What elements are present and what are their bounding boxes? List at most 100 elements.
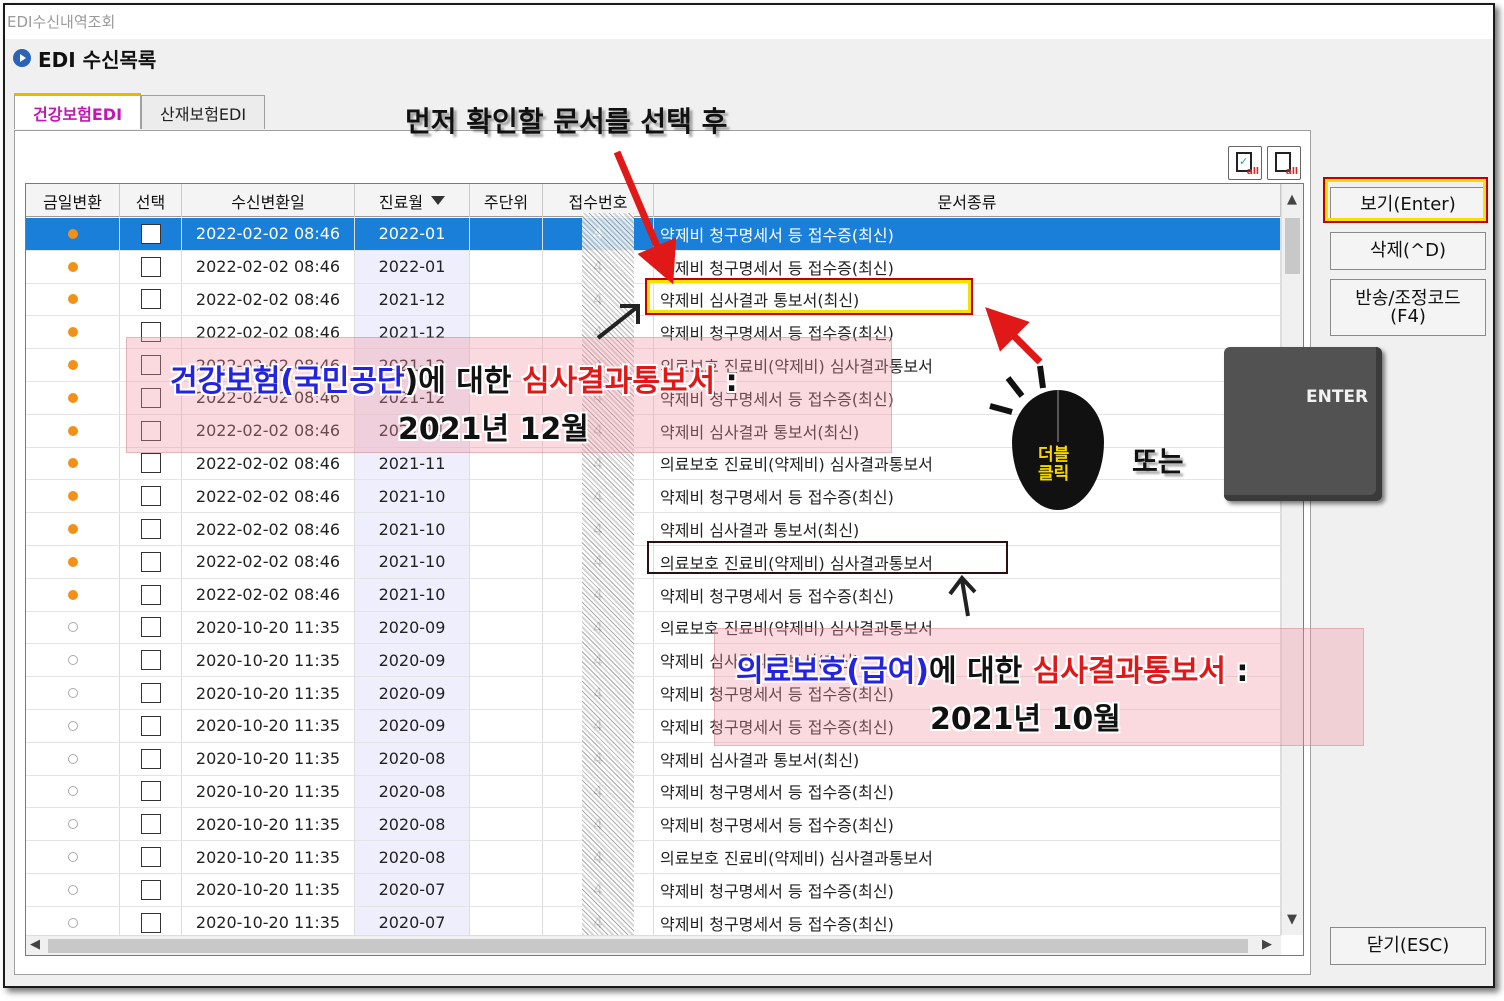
treatment-month-cell: 2020-08 [355,775,470,808]
document-type-cell: 약제비 심사결과 통보서(최신) [654,283,1281,316]
row-select-checkbox[interactable] [140,748,161,769]
mouse-label-double: 더블 [1038,445,1070,465]
table-row[interactable]: 2020-10-20 11:352020-084약제비 청구명세서 등 접수증(… [26,808,1281,842]
row-select-checkbox[interactable] [140,551,161,572]
table-row[interactable]: 2020-10-20 11:352020-084약제비 청구명세서 등 접수증(… [26,775,1281,809]
today-indicator [26,808,120,841]
received-date-cell: 2022-02-02 08:46 [182,513,355,545]
row-select-checkbox[interactable] [140,453,161,474]
scroll-down-icon[interactable]: ▼ [1287,912,1297,927]
tab-industrial-insurance-edi[interactable]: 산재보험EDI [141,95,266,129]
received-date-cell: 2020-10-20 11:35 [182,611,355,644]
status-dot-icon [67,622,78,633]
col-select[interactable]: 선택 [120,184,182,217]
row-select-checkbox[interactable] [140,814,161,835]
return-code-button[interactable]: 반송/조정코드 (F4) [1330,279,1486,336]
close-button[interactable]: 닫기(ESC) [1330,927,1486,965]
document-type-cell: 약제비 심사결과 통보서(최신) [654,742,1281,775]
table-row[interactable]: 2022-02-02 08:462021-104의료보호 진료비(약제비) 심사… [26,545,1281,579]
col-document-type[interactable]: 문서종류 [654,184,1281,217]
row-select-checkbox[interactable] [140,617,161,638]
received-date-cell: 2020-10-20 11:35 [182,808,355,841]
select-cell [120,841,182,873]
row-select-checkbox[interactable] [140,486,161,507]
row-select-checkbox[interactable] [140,289,161,310]
today-indicator [26,545,120,578]
today-indicator [26,906,120,936]
week-unit-cell [470,578,543,611]
row-select-checkbox[interactable] [140,683,161,704]
today-indicator [26,742,120,775]
vertical-scroll-thumb[interactable] [1285,218,1300,274]
col-today-converted[interactable]: 금일변환 [26,184,120,217]
status-dot-icon [67,294,78,305]
section-title-text: EDI 수신목록 [38,47,157,72]
tab-health-insurance-edi[interactable]: 건강보험EDI [14,93,142,129]
week-unit-cell [470,742,543,775]
table-row[interactable]: 2022-02-02 08:462022-014약제비 청구명세서 등 접수증(… [26,218,1281,251]
today-indicator [26,283,120,316]
row-select-checkbox[interactable] [140,650,161,671]
scroll-up-icon[interactable]: ▲ [1287,192,1297,207]
week-unit-cell [470,480,543,513]
status-dot-icon [67,556,78,567]
document-type-cell: 약제비 청구명세서 등 접수증(최신) [654,775,1281,808]
status-dot-icon [67,852,78,863]
week-unit-cell [470,513,543,545]
today-indicator [26,513,120,545]
status-dot-icon [67,524,78,535]
table-row[interactable]: 2020-10-20 11:352020-084약제비 심사결과 통보서(최신) [26,742,1281,776]
horizontal-scroll-thumb[interactable] [48,939,1248,953]
status-dot-icon [67,786,78,797]
select-cell [120,250,182,283]
tab-bar: 건강보험EDI 산재보험EDI [14,93,266,129]
table-row[interactable]: 2022-02-02 08:462021-124약제비 심사결과 통보서(최신) [26,283,1281,317]
received-date-cell: 2022-02-02 08:46 [182,545,355,578]
document-type-cell: 약제비 청구명세서 등 접수증(최신) [654,906,1281,936]
status-dot-icon [67,753,78,764]
window-title: EDI수신내역조회 [5,5,1493,39]
today-indicator [26,250,120,283]
scroll-left-icon[interactable]: ◀ [30,937,40,952]
select-cell [120,218,182,250]
delete-button[interactable]: 삭제(^D) [1330,232,1486,270]
table-row[interactable]: 2022-02-02 08:462022-014약제비 청구명세서 등 접수증(… [26,250,1281,284]
week-unit-cell [470,808,543,841]
table-row[interactable]: 2020-10-20 11:352020-084의료보호 진료비(약제비) 심사… [26,841,1281,874]
table-row[interactable]: 2022-02-02 08:462021-104약제비 심사결과 통보서(최신) [26,513,1281,546]
view-button[interactable]: 보기(Enter) [1330,187,1486,223]
table-row[interactable]: 2020-10-20 11:352020-074약제비 청구명세서 등 접수증(… [26,906,1281,936]
received-date-cell: 2022-02-02 08:46 [182,480,355,513]
week-unit-cell [470,611,543,644]
week-unit-cell [470,775,543,808]
week-unit-cell [470,545,543,578]
deselect-all-icon[interactable]: all [1267,146,1301,180]
select-all-icon[interactable]: ✓ all [1228,146,1262,180]
received-date-cell: 2020-10-20 11:35 [182,906,355,936]
col-treatment-month[interactable]: 진료월 [355,184,470,217]
row-select-checkbox[interactable] [140,781,161,802]
horizontal-scrollbar[interactable]: ◀ ▶ [26,935,1281,955]
row-select-checkbox[interactable] [140,223,161,244]
table-row[interactable]: 2020-10-20 11:352020-074약제비 청구명세서 등 접수증(… [26,873,1281,907]
scroll-right-icon[interactable]: ▶ [1262,937,1272,952]
row-select-checkbox[interactable] [140,584,161,605]
table-row[interactable]: 2022-02-02 08:462021-104약제비 청구명세서 등 접수증(… [26,578,1281,612]
row-select-checkbox[interactable] [140,847,161,868]
row-select-checkbox[interactable] [140,256,161,277]
sort-down-icon [431,196,446,205]
col-received-date[interactable]: 수신변환일 [182,184,355,217]
select-cell [120,677,182,709]
week-unit-cell [470,906,543,936]
vertical-scrollbar[interactable]: ▲ ▼ [1281,184,1303,935]
row-select-checkbox[interactable] [140,715,161,736]
row-select-checkbox[interactable] [140,519,161,540]
row-select-checkbox[interactable] [140,879,161,900]
treatment-month-cell: 2020-07 [355,906,470,936]
today-indicator [26,381,120,414]
row-select-checkbox[interactable] [140,912,161,933]
status-dot-icon [67,261,78,272]
week-unit-cell [470,250,543,283]
col-week-unit[interactable]: 주단위 [470,184,543,217]
select-cell [120,873,182,906]
